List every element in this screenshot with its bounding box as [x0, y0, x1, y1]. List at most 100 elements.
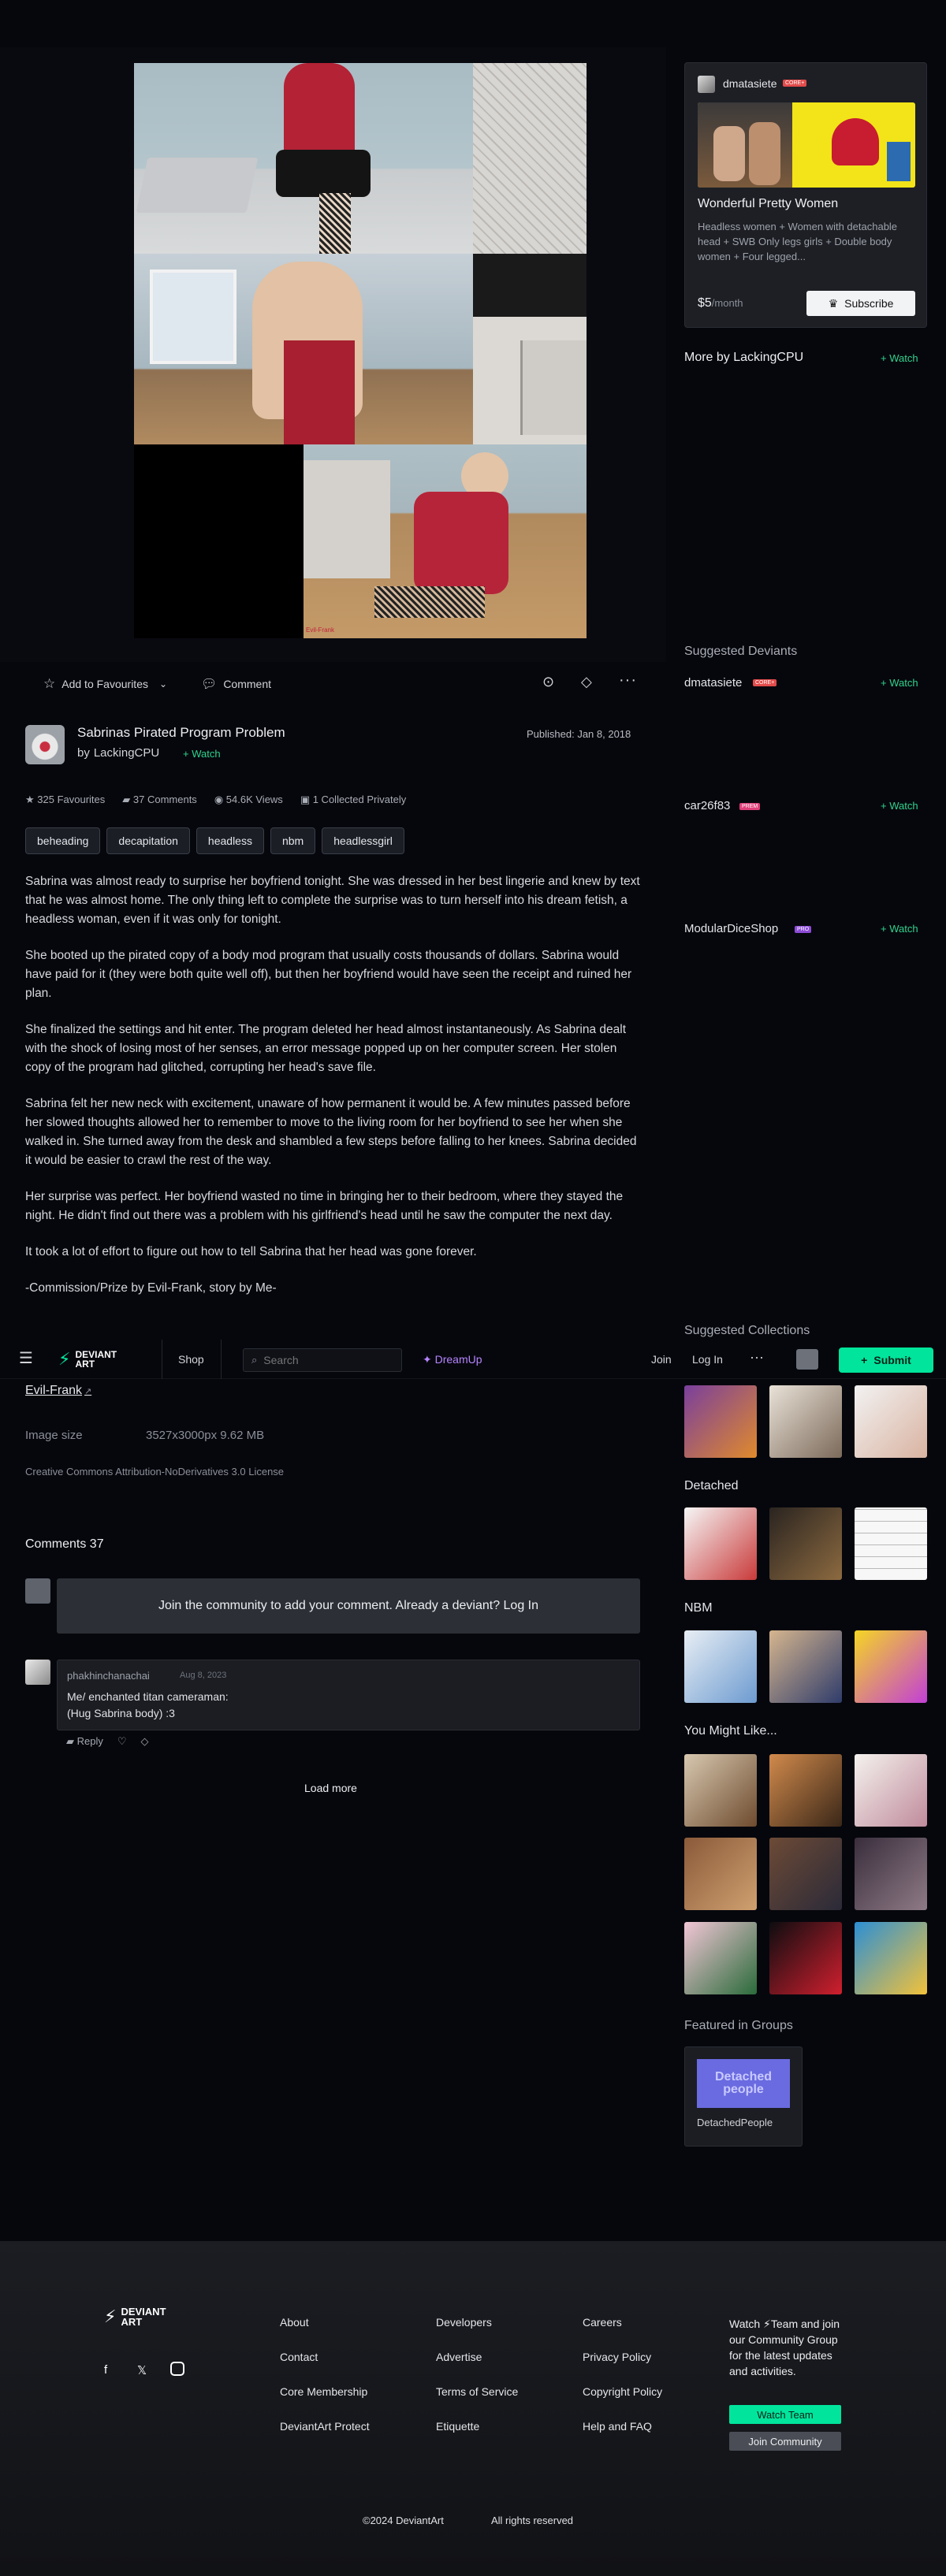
collection-thumbnail[interactable]: [855, 1922, 927, 1994]
comment-author[interactable]: phakhinchanachai: [67, 1670, 150, 1682]
footer-link-etiquette[interactable]: Etiquette: [436, 2420, 479, 2433]
x-icon[interactable]: 𝕏: [137, 2363, 147, 2377]
collection-title[interactable]: NBM: [684, 1601, 713, 1615]
add-to-favourites-button[interactable]: Add to Favourites: [61, 678, 148, 690]
core-badge: CORE+: [753, 679, 777, 686]
facebook-icon[interactable]: f: [104, 2363, 107, 2377]
description-paragraph: It took a lot of effort to figure out ho…: [25, 1245, 477, 1258]
reply-button[interactable]: ▰ Reply: [66, 1735, 103, 1748]
more-by-heading[interactable]: More by LackingCPU: [684, 351, 803, 365]
watch-team-button[interactable]: Watch Team: [729, 2405, 841, 2424]
comment-label: Comment: [223, 678, 271, 690]
collection-thumbnail[interactable]: [769, 1507, 842, 1580]
group-banner: Detached people: [697, 2059, 790, 2108]
watch-button[interactable]: + Watch: [881, 352, 918, 364]
gift-icon[interactable]: ◇: [141, 1735, 149, 1748]
instagram-icon[interactable]: [170, 2362, 184, 2376]
footer-link-terms[interactable]: Terms of Service: [436, 2385, 518, 2398]
tag-headlessgirl[interactable]: headlessgirl: [322, 827, 404, 854]
favourite-group[interactable]: ☆ Add to Favourites ⌄: [43, 676, 167, 692]
subscribe-button[interactable]: ♛ Subscribe: [806, 291, 915, 316]
suggested-deviant-name[interactable]: ModularDiceShop: [684, 922, 778, 935]
collection-thumbnail[interactable]: [855, 1838, 927, 1910]
chevron-down-icon[interactable]: ⌄: [159, 678, 167, 690]
more-icon[interactable]: ···: [750, 1349, 764, 1366]
search-box[interactable]: ⌕: [243, 1348, 402, 1372]
menu-icon[interactable]: ☰: [19, 1351, 33, 1366]
shop-link[interactable]: Shop: [178, 1353, 204, 1366]
panel-5: [134, 444, 304, 638]
badge-icon[interactable]: ⊙: [542, 674, 554, 690]
collection-thumbnail[interactable]: [684, 1385, 757, 1458]
evil-frank-link[interactable]: Evil-Frank ↗: [25, 1384, 91, 1398]
deviantart-logo[interactable]: ⚡︎ DEVIANT ART: [58, 1349, 117, 1370]
join-link[interactable]: Join: [651, 1353, 672, 1366]
watch-button[interactable]: + Watch: [881, 923, 918, 935]
login-link[interactable]: Log In: [692, 1353, 723, 1366]
footer-link-advertise[interactable]: Advertise: [436, 2351, 482, 2363]
commenter-avatar[interactable]: [25, 1660, 50, 1685]
comment-button[interactable]: 💬︎ Comment: [201, 676, 271, 692]
join-community-button[interactable]: Join Community: [729, 2432, 841, 2451]
artwork-image[interactable]: Evil-Frank: [134, 63, 587, 638]
comment-date[interactable]: Aug 8, 2023: [180, 1671, 226, 1680]
author-link[interactable]: LackingCPU: [94, 746, 159, 760]
footer-link-developers[interactable]: Developers: [436, 2316, 492, 2329]
footer-link-protect[interactable]: DeviantArt Protect: [280, 2420, 370, 2433]
collection-thumbnail[interactable]: [769, 1385, 842, 1458]
group-name[interactable]: DetachedPeople: [697, 2117, 773, 2128]
collection-title[interactable]: You Might Like...: [684, 1724, 777, 1738]
collection-thumbnail[interactable]: [684, 1630, 757, 1703]
group-card[interactable]: Detached people DetachedPeople: [684, 2046, 803, 2147]
dreamup-link[interactable]: ✦ DreamUp: [423, 1353, 482, 1366]
search-input[interactable]: [263, 1354, 382, 1366]
panel-6: [304, 444, 587, 638]
suggested-deviant-name[interactable]: car26f83: [684, 799, 730, 812]
submit-button[interactable]: + Submit: [839, 1347, 933, 1373]
more-options-icon[interactable]: ···: [619, 671, 637, 690]
load-more-button[interactable]: Load more: [304, 1782, 357, 1794]
gift-icon[interactable]: ◇: [581, 674, 592, 690]
tag-beheading[interactable]: beheading: [25, 827, 101, 854]
collection-thumbnail[interactable]: [684, 1507, 757, 1580]
promo-username[interactable]: dmatasiete: [723, 77, 777, 90]
stats-row: ★ 325 Favourites ▰ 37 Comments ◉ 54.6K V…: [25, 794, 406, 806]
footer-logo[interactable]: ⚡︎ DEVIANT ART: [104, 2307, 166, 2327]
collection-thumbnail[interactable]: [769, 1922, 842, 1994]
footer-link-careers[interactable]: Careers: [583, 2316, 622, 2329]
collection-thumbnail[interactable]: [769, 1838, 842, 1910]
footer-link-core-membership[interactable]: Core Membership: [280, 2385, 367, 2398]
tag-nbm[interactable]: nbm: [270, 827, 316, 854]
footer-link-about[interactable]: About: [280, 2316, 309, 2329]
collection-thumbnail[interactable]: [855, 1507, 927, 1580]
footer-link-contact[interactable]: Contact: [280, 2351, 318, 2363]
footer-link-copyright[interactable]: Copyright Policy: [583, 2385, 662, 2398]
promo-title[interactable]: Wonderful Pretty Women: [698, 197, 838, 211]
collection-thumbnail[interactable]: [684, 1922, 757, 1994]
license-text[interactable]: Creative Commons Attribution-NoDerivativ…: [25, 1466, 284, 1478]
collection-thumbnail[interactable]: [684, 1754, 757, 1827]
promo-avatar[interactable]: [698, 76, 715, 93]
promo-image[interactable]: [698, 102, 915, 188]
join-community-prompt[interactable]: Join the community to add your comment. …: [57, 1578, 640, 1634]
footer-link-help[interactable]: Help and FAQ: [583, 2420, 652, 2433]
collection-thumbnail[interactable]: [684, 1838, 757, 1910]
collection-title[interactable]: Detached: [684, 1479, 739, 1493]
watch-author-button[interactable]: + Watch: [183, 748, 221, 760]
suggested-deviant-name[interactable]: dmatasiete: [684, 676, 742, 690]
guest-avatar-icon: [25, 1578, 50, 1604]
collection-thumbnail[interactable]: [855, 1754, 927, 1827]
collection-thumbnail[interactable]: [855, 1385, 927, 1458]
like-icon[interactable]: ♡: [117, 1735, 127, 1748]
collection-thumbnail[interactable]: [769, 1754, 842, 1827]
collection-thumbnail[interactable]: [769, 1630, 842, 1703]
watch-button[interactable]: + Watch: [881, 800, 918, 812]
user-avatar-icon[interactable]: [796, 1349, 818, 1370]
footer-link-privacy[interactable]: Privacy Policy: [583, 2351, 651, 2363]
tag-headless[interactable]: headless: [196, 827, 264, 854]
collection-thumbnail[interactable]: [855, 1630, 927, 1703]
tag-decapitation[interactable]: decapitation: [106, 827, 190, 854]
logo-bolt-icon: ⚡︎: [104, 2307, 117, 2326]
watch-button[interactable]: + Watch: [881, 677, 918, 689]
author-avatar[interactable]: [25, 725, 65, 764]
